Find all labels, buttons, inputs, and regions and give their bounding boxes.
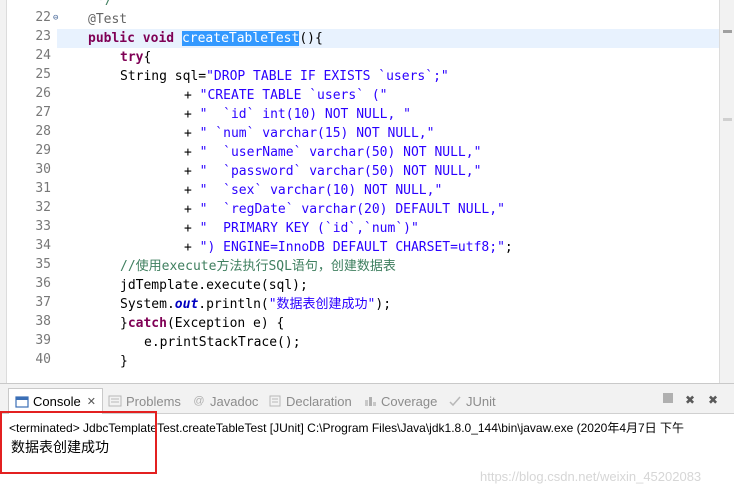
code-text: } [120, 354, 128, 369]
code-text: + " `id` int(10) NOT NULL, " [184, 107, 411, 122]
junit-icon [448, 394, 462, 408]
line-number: 31 [35, 181, 51, 196]
line-number: 40 [35, 352, 51, 367]
watermark-text: https://blog.csdn.net/weixin_45202083 [480, 469, 702, 484]
console-icon [15, 395, 29, 409]
editor-left-ruler [0, 0, 7, 383]
terminate-icon[interactable] [660, 392, 676, 408]
tab-declaration[interactable]: Declaration [268, 390, 352, 412]
code-line: String sql="DROP TABLE IF EXISTS `users`… [57, 67, 719, 86]
line-number: 29 [35, 143, 51, 158]
code-editor[interactable]: 22 ⊖ 23 24 25 26 27 28 29 30 31 32 33 34… [0, 0, 734, 383]
comment-text: //使用execute方法执行SQL语句，创建数据表 [120, 259, 396, 274]
line-number: 36 [35, 276, 51, 291]
line-number: 32 [35, 200, 51, 215]
code-line: + " `password` varchar(50) NOT NULL," [57, 162, 719, 181]
code-text: + " `num` varchar(15) NOT NULL," [184, 126, 435, 141]
view-tab-bar: Console ✕ Problems @ Javadoc Declaration… [0, 384, 734, 414]
code-text: try{ [120, 50, 152, 65]
line-number-gutter: 22 ⊖ 23 24 25 26 27 28 29 30 31 32 33 34… [7, 0, 58, 383]
line-number: 33 [35, 219, 51, 234]
code-text: + " `password` varchar(50) NOT NULL," [184, 164, 482, 179]
close-icon[interactable]: ✕ [87, 395, 96, 408]
code-text: + "CREATE TABLE `users` (" [184, 88, 388, 103]
line-number: 35 [35, 257, 51, 272]
code-line: + " `sex` varchar(10) NOT NULL," [57, 181, 719, 200]
code-text: + " PRIMARY KEY (`id`,`num`)" [184, 221, 419, 236]
code-line: + "CREATE TABLE `users` (" [57, 86, 719, 105]
overview-ruler[interactable] [719, 0, 734, 383]
code-area[interactable]: */ @Test public void createTableTest(){ … [57, 0, 719, 383]
code-line: + " `userName` varchar(50) NOT NULL," [57, 143, 719, 162]
annotation-highlight-box [0, 411, 157, 474]
code-line: jdTemplate.execute(sql); [57, 276, 719, 295]
code-text: */ [97, 0, 113, 8]
line-number: 30 [35, 162, 51, 177]
code-line: + " PRIMARY KEY (`id`,`num`)" [57, 219, 719, 238]
code-text: public void createTableTest(){ [88, 31, 323, 46]
overview-mark[interactable] [723, 118, 732, 121]
code-line: + " `regDate` varchar(20) DEFAULT NULL," [57, 200, 719, 219]
javadoc-icon: @ [193, 395, 205, 407]
code-text: + " `userName` varchar(50) NOT NULL," [184, 145, 482, 160]
declaration-icon [268, 394, 282, 408]
coverage-icon [363, 394, 377, 408]
problems-icon [108, 394, 122, 408]
tab-problems[interactable]: Problems [108, 390, 181, 412]
code-text: jdTemplate.execute(sql); [120, 278, 308, 293]
code-text: e.printStackTrace(); [144, 335, 301, 350]
code-line: e.printStackTrace(); [57, 333, 719, 352]
code-text: System.out.println("数据表创建成功"); [120, 297, 392, 312]
code-line: }catch(Exception e) { [57, 314, 719, 333]
code-text: + " `sex` varchar(10) NOT NULL," [184, 183, 443, 198]
line-number: 38 [35, 314, 51, 329]
tab-label: Javadoc [210, 393, 259, 409]
tab-label: JUnit [466, 393, 496, 409]
overview-mark[interactable] [723, 30, 732, 33]
annotation-text: @Test [88, 12, 128, 27]
code-line: try{ [57, 48, 719, 67]
line-number: 26 [35, 86, 51, 101]
line-number: 37 [35, 295, 51, 310]
console-view: Console ✕ Problems @ Javadoc Declaration… [0, 383, 734, 494]
line-number: 27 [35, 105, 51, 120]
code-text: + ") ENGINE=InnoDB DEFAULT CHARSET=utf8;… [184, 240, 513, 255]
line-number: 23 [35, 29, 51, 44]
code-line: + ") ENGINE=InnoDB DEFAULT CHARSET=utf8;… [57, 238, 719, 257]
remove-launch-icon[interactable]: ✖ [682, 392, 698, 408]
selected-method-name: createTableTest [181, 31, 300, 46]
code-line: + " `id` int(10) NOT NULL, " [57, 105, 719, 124]
code-text: + " `regDate` varchar(20) DEFAULT NULL," [184, 202, 505, 217]
code-line: @Test [57, 10, 719, 29]
line-number: 34 [35, 238, 51, 253]
line-number: 22 [35, 10, 51, 25]
tab-coverage[interactable]: Coverage [363, 390, 437, 412]
code-line: + " `num` varchar(15) NOT NULL," [57, 124, 719, 143]
code-line: */ [57, 0, 719, 10]
code-text: String sql="DROP TABLE IF EXISTS `users`… [120, 69, 449, 84]
tab-label: Declaration [286, 393, 352, 409]
line-number: 24 [35, 48, 51, 63]
code-text: }catch(Exception e) { [120, 316, 285, 331]
tab-label: Problems [126, 393, 181, 409]
tab-javadoc[interactable]: @ Javadoc [192, 390, 258, 412]
line-number: 28 [35, 124, 51, 139]
code-line: //使用execute方法执行SQL语句，创建数据表 [57, 257, 719, 276]
code-line: System.out.println("数据表创建成功"); [57, 295, 719, 314]
code-line: } [57, 352, 719, 371]
tab-label: Coverage [381, 393, 438, 409]
line-number: 25 [35, 67, 51, 82]
tab-junit[interactable]: JUnit [448, 390, 496, 412]
code-line-current: public void createTableTest(){ [57, 29, 719, 48]
remove-all-launches-icon[interactable]: ✖ [705, 392, 721, 408]
tab-label: Console [33, 394, 81, 409]
line-number: 39 [35, 333, 51, 348]
